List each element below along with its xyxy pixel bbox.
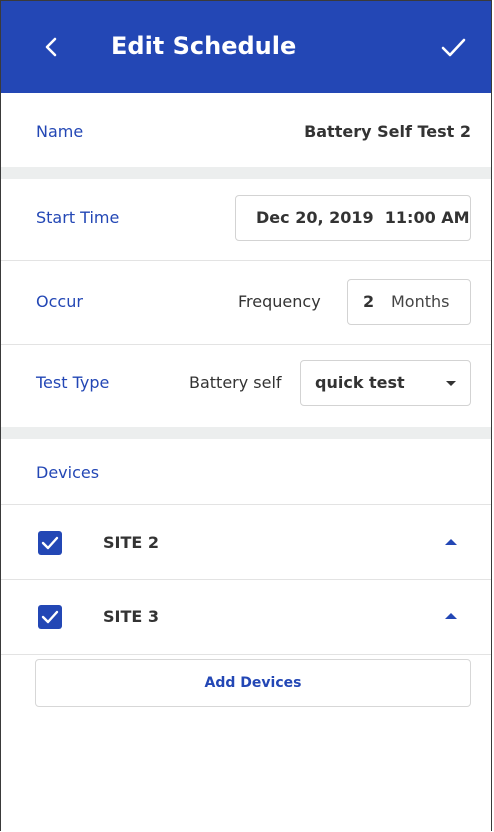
test-type-label: Test Type [36, 373, 110, 392]
device-item[interactable]: SITE 3 [1, 580, 491, 655]
test-type-prefix: Battery self [189, 373, 282, 392]
chevron-up-icon[interactable] [445, 613, 457, 619]
check-icon [41, 610, 59, 624]
device-checkbox[interactable] [38, 531, 62, 555]
test-type-row: Test Type Battery self quick test [1, 345, 491, 427]
save-button[interactable] [437, 29, 469, 65]
name-label: Name [36, 122, 84, 141]
device-checkbox[interactable] [38, 605, 62, 629]
frequency-unit: Months [391, 292, 450, 311]
device-label: SITE 3 [103, 607, 160, 626]
device-item[interactable]: SITE 2 [1, 505, 491, 580]
chevron-up-icon[interactable] [445, 539, 457, 545]
start-time-field[interactable]: Dec 20, 2019 11:00 AM [235, 195, 471, 241]
app-frame: Edit Schedule Name Battery Self Test 2 S… [0, 0, 492, 831]
page-title: Edit Schedule [111, 32, 297, 60]
test-type-selected: quick test [315, 373, 405, 392]
header-bar: Edit Schedule [1, 1, 491, 93]
frequency-field[interactable]: 2 Months [347, 279, 471, 325]
start-time-label: Start Time [36, 208, 120, 227]
check-icon [41, 536, 59, 550]
start-time-value: Dec 20, 2019 11:00 AM [256, 208, 470, 227]
section-divider [1, 427, 491, 439]
name-row: Name Battery Self Test 2 [1, 93, 491, 167]
name-value[interactable]: Battery Self Test 2 [304, 122, 471, 141]
section-divider [1, 167, 491, 179]
start-time-row: Start Time Dec 20, 2019 11:00 AM [1, 179, 491, 261]
caret-down-icon [446, 381, 456, 386]
check-icon [441, 38, 466, 57]
occur-label: Occur [36, 292, 83, 311]
occur-row: Occur Frequency 2 Months [1, 261, 491, 345]
back-button[interactable] [37, 29, 69, 65]
devices-label: Devices [36, 463, 100, 482]
test-type-select[interactable]: quick test [300, 360, 471, 406]
chevron-left-icon [45, 37, 57, 57]
frequency-value: 2 [363, 292, 375, 311]
add-devices-button[interactable]: Add Devices [35, 659, 471, 707]
device-label: SITE 2 [103, 533, 160, 552]
devices-header: Devices [1, 439, 491, 505]
frequency-label: Frequency [238, 292, 321, 311]
